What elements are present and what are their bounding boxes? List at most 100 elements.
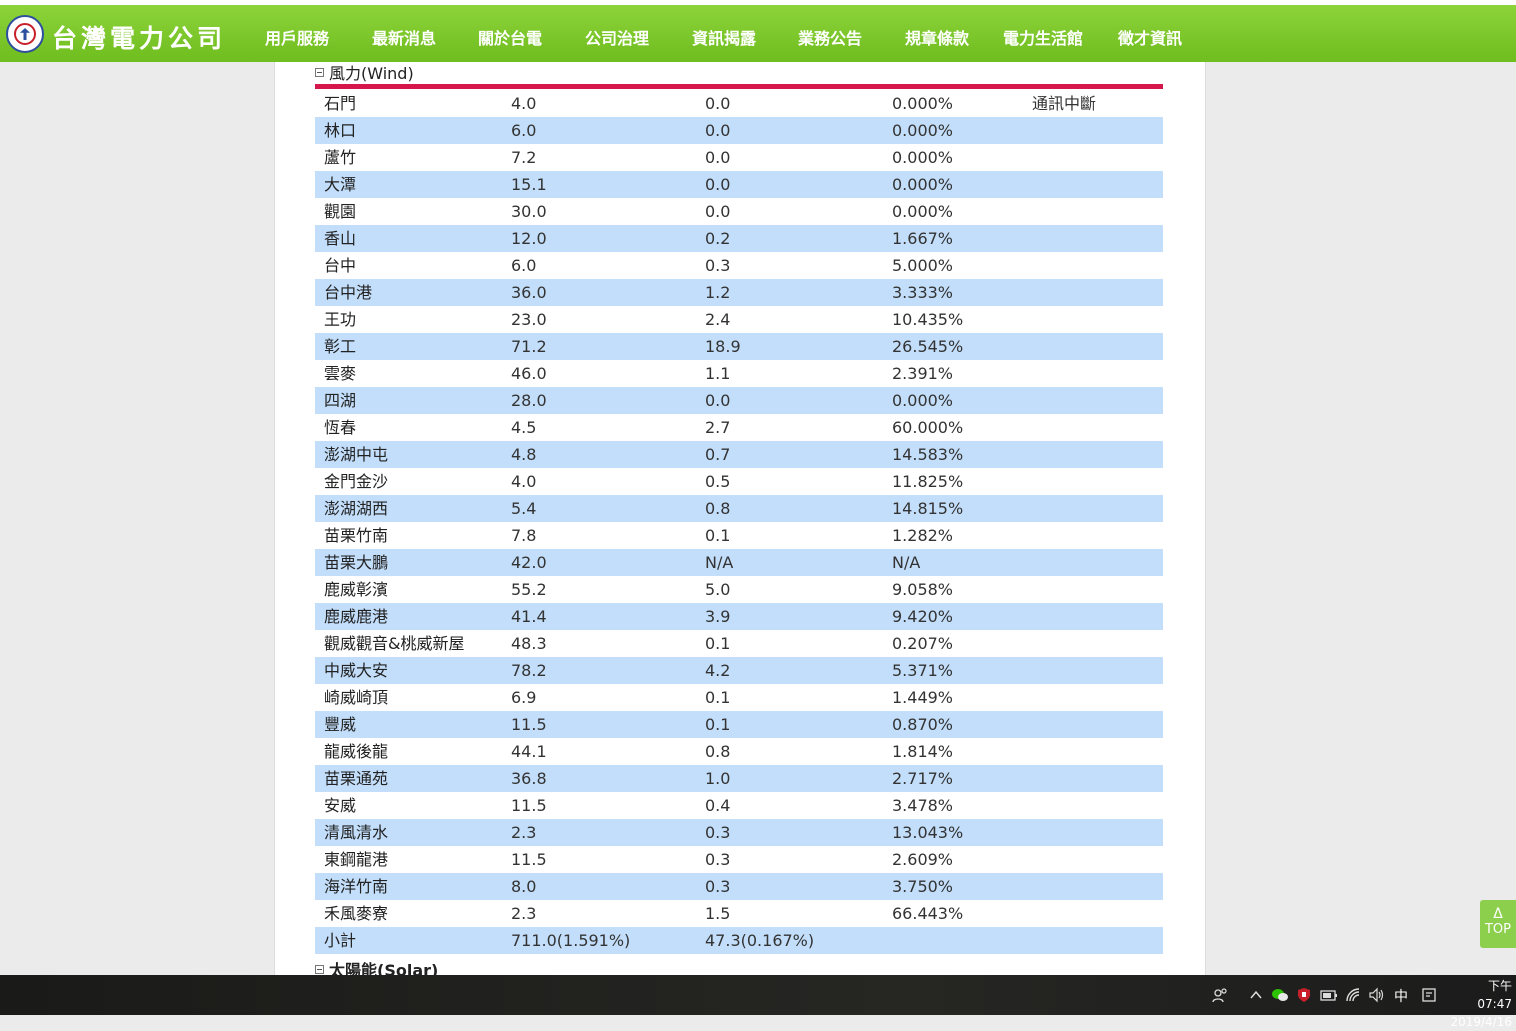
capacity-cell: 11.5	[511, 796, 547, 815]
capacity-cell: 6.9	[511, 688, 537, 707]
utilization-cell: 1.814%	[892, 742, 954, 761]
station-name-cell: 台中港	[315, 279, 502, 306]
table-row: 澎湖湖西 5.4 0.8 14.815%	[315, 495, 1163, 522]
remark-cell	[1023, 279, 1163, 306]
capacity-cell: 36.8	[502, 765, 696, 792]
net-output-cell: 2.7	[705, 418, 731, 437]
station-name-cell: 石門	[324, 94, 357, 113]
capacity-cell: 28.0	[502, 387, 696, 414]
table-row: 石門 4.0 0.0 0.000% 通訊中斷	[315, 90, 1163, 117]
capacity-cell: 4.8	[502, 441, 696, 468]
wind-section-header[interactable]: 風力(Wind)	[315, 60, 414, 84]
nav-item-power-life[interactable]: 電力生活館	[1003, 25, 1083, 49]
system-clock[interactable]: 下午 07:47 2019/4/16	[1450, 977, 1512, 1031]
station-name-cell: 中威大安	[315, 657, 502, 684]
remark-cell	[1023, 765, 1163, 792]
remark-cell	[1023, 900, 1163, 927]
remark-cell	[1023, 522, 1163, 549]
table-row: 龍威後龍 44.1 0.8 1.814%	[315, 738, 1163, 765]
net-output-cell: 5.0	[705, 580, 731, 599]
table-row: 中威大安 78.2 4.2 5.371%	[315, 657, 1163, 684]
table-row: 苗栗通苑 36.8 1.0 2.717%	[315, 765, 1163, 792]
nav-item-governance[interactable]: 公司治理	[585, 25, 649, 49]
station-name-cell: 觀園	[324, 202, 357, 221]
wechat-icon[interactable]	[1271, 987, 1289, 1003]
people-icon[interactable]	[1212, 987, 1228, 1003]
back-to-top-button[interactable]: Δ TOP	[1480, 900, 1516, 948]
utilization-cell: 14.815%	[883, 495, 1023, 522]
net-output-cell: 0.1	[705, 526, 731, 545]
brand-name[interactable]: 台灣電力公司	[52, 19, 226, 55]
utilization-cell: N/A	[883, 549, 1023, 576]
capacity-cell: 8.0	[502, 873, 696, 900]
notification-icon[interactable]	[1422, 987, 1436, 1003]
net-output-cell: 1.0	[696, 765, 883, 792]
volume-icon[interactable]	[1368, 987, 1386, 1003]
capacity-cell: 30.0	[511, 202, 547, 221]
net-output-cell: 0.0	[705, 148, 731, 167]
station-name-cell: 苗栗竹南	[324, 526, 389, 545]
capacity-cell: 15.1	[502, 171, 696, 198]
wifi-icon[interactable]	[1345, 987, 1361, 1003]
station-name-cell: 蘆竹	[324, 148, 357, 167]
up-arrow-icon: Δ	[1493, 906, 1503, 922]
station-name-cell: 恆春	[324, 418, 357, 437]
nav-item-regulations[interactable]: 規章條款	[905, 25, 969, 49]
subtotal-row: 小計 711.0(1.591%) 47.3(0.167%)	[315, 927, 1163, 954]
input-method-indicator[interactable]: 中	[1394, 986, 1408, 1005]
nav-item-latest-news[interactable]: 最新消息	[372, 25, 436, 49]
collapse-icon[interactable]	[315, 68, 324, 77]
table-row: 鹿威彰濱 55.2 5.0 9.058%	[315, 576, 1163, 603]
remark-cell	[1023, 225, 1163, 252]
utilization-cell: 5.371%	[883, 657, 1023, 684]
nav-item-careers[interactable]: 徵才資訊	[1118, 25, 1182, 49]
shield-icon[interactable]	[1296, 987, 1312, 1003]
utilization-cell: 2.609%	[892, 850, 954, 869]
chevron-up-icon[interactable]	[1249, 987, 1263, 1003]
station-name-cell: 禾風麥寮	[324, 904, 389, 923]
capacity-cell: 2.3	[511, 904, 537, 923]
nav-item-disclosure[interactable]: 資訊揭露	[692, 25, 756, 49]
wind-section-title: 風力(Wind)	[329, 64, 414, 83]
net-output-cell: 0.0	[705, 94, 731, 113]
remark-cell	[1023, 792, 1163, 819]
nav-item-announcements[interactable]: 業務公告	[798, 25, 862, 49]
collapse-icon[interactable]	[315, 965, 324, 974]
net-output-cell: 0.0	[696, 171, 883, 198]
table-row: 四湖 28.0 0.0 0.000%	[315, 387, 1163, 414]
capacity-cell: 78.2	[502, 657, 696, 684]
remark-cell	[1023, 576, 1163, 603]
capacity-cell: 71.2	[502, 333, 696, 360]
capacity-cell: 11.5	[511, 850, 547, 869]
nav-item-about[interactable]: 關於台電	[478, 25, 542, 49]
net-output-cell: 1.1	[705, 364, 731, 383]
capacity-cell: 7.8	[511, 526, 537, 545]
utilization-cell: 3.333%	[883, 279, 1023, 306]
utilization-cell: 0.870%	[883, 711, 1023, 738]
net-output-cell: 0.0	[696, 387, 883, 414]
table-row: 禾風麥寮 2.3 1.5 66.443%	[315, 900, 1163, 927]
net-output-cell: 0.0	[705, 202, 731, 221]
wind-power-table: 石門 4.0 0.0 0.000% 通訊中斷 林口 6.0 0.0 0.000% 蘆竹 7.2 0.0…	[315, 90, 1163, 954]
nav-item-user-services[interactable]: 用戶服務	[265, 25, 329, 49]
station-name-cell: 大潭	[315, 171, 502, 198]
net-output-cell: 0.8	[696, 495, 883, 522]
battery-icon[interactable]	[1320, 987, 1338, 1003]
remark-cell	[1023, 387, 1163, 414]
table-row: 林口 6.0 0.0 0.000%	[315, 117, 1163, 144]
capacity-cell: 2.3	[502, 819, 696, 846]
remark-cell	[1023, 360, 1163, 387]
table-row: 王功 23.0 2.4 10.435%	[315, 306, 1163, 333]
table-row: 澎湖中屯 4.8 0.7 14.583%	[315, 441, 1163, 468]
capacity-cell: 46.0	[511, 364, 547, 383]
top-label: TOP	[1484, 922, 1511, 937]
station-name-cell: 金門金沙	[324, 472, 389, 491]
table-row: 東鋼龍港 11.5 0.3 2.609%	[315, 846, 1163, 873]
table-row: 清風清水 2.3 0.3 13.043%	[315, 819, 1163, 846]
utilization-cell: 60.000%	[892, 418, 964, 437]
net-output-cell: 1.5	[705, 904, 731, 923]
taipower-logo-icon[interactable]	[6, 15, 44, 53]
remark-cell	[1023, 333, 1163, 360]
station-name-cell: 王功	[324, 310, 357, 329]
station-name-cell: 海洋竹南	[315, 873, 502, 900]
